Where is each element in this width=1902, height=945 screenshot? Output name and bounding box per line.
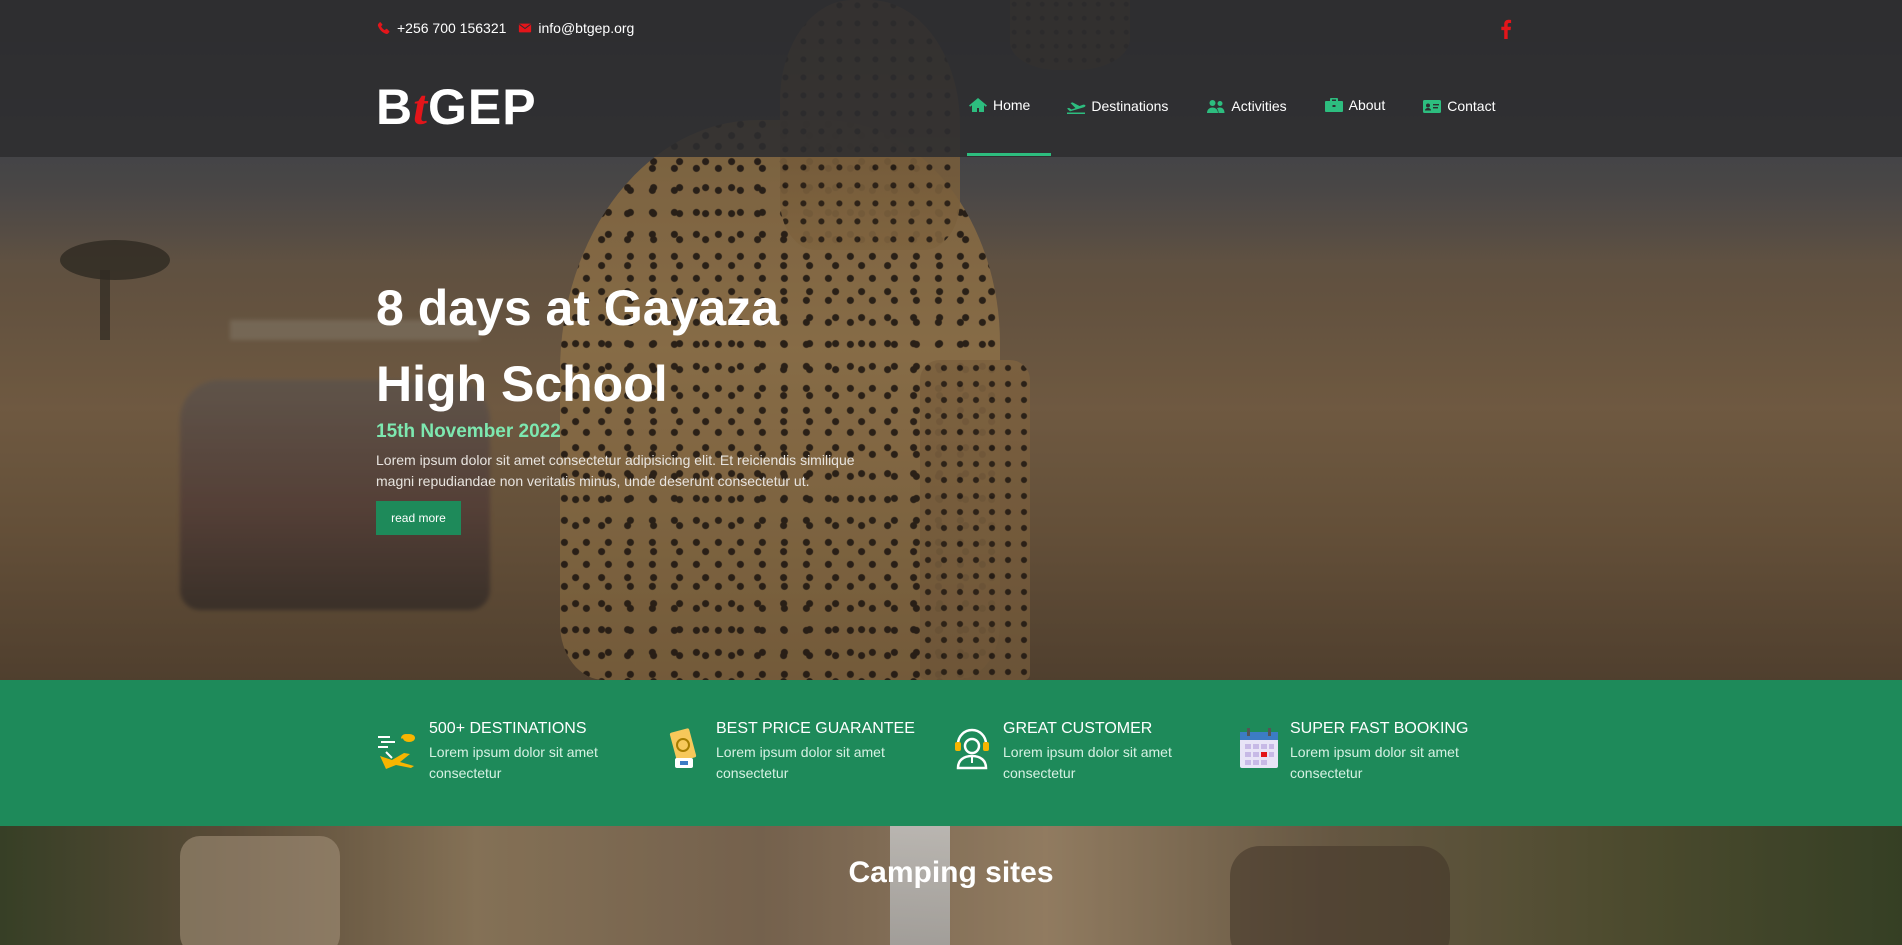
nav-label-activities: Activities <box>1231 98 1287 114</box>
nav-label-home: Home <box>993 97 1031 113</box>
calendar-icon <box>1240 728 1278 768</box>
camping-section-title: Camping sites <box>848 856 1054 889</box>
feature-destinations: 500+ DESTINATIONS Lorem ipsum dolor sit … <box>376 720 619 784</box>
nav-label-contact: Contact <box>1447 97 1496 114</box>
support-agent-icon <box>955 728 989 770</box>
feature-title: GREAT CUSTOMER <box>1003 720 1153 737</box>
hero-date: 15th November 2022 <box>376 421 561 442</box>
email-contact[interactable]: info@btgep.org <box>518 20 634 36</box>
users-icon <box>1207 100 1225 113</box>
site-logo[interactable]: BtGEP <box>376 82 537 132</box>
feature-customer: GREAT CUSTOMER Lorem ipsum dolor sit ame… <box>950 720 1193 784</box>
id-card-icon <box>1423 99 1442 113</box>
phone-number: +256 700 156321 <box>397 20 507 36</box>
feature-description: Lorem ipsum dolor sit amet consectetur <box>1290 744 1459 781</box>
feature-booking: SUPER FAST BOOKING Lorem ipsum dolor sit… <box>1237 720 1480 784</box>
logo-text-gep: GEP <box>428 79 537 135</box>
envelope-icon <box>519 23 532 33</box>
home-icon <box>969 98 987 112</box>
feature-description: Lorem ipsum dolor sit amet consectetur <box>1003 744 1172 781</box>
feature-description: Lorem ipsum dolor sit amet consectetur <box>716 744 885 781</box>
feature-price: BEST PRICE GUARANTEE Lorem ipsum dolor s… <box>663 720 915 784</box>
nav-item-destinations[interactable]: Destinations <box>1066 98 1168 114</box>
briefcase-icon <box>1324 98 1343 112</box>
logo-text-t: t <box>413 79 429 135</box>
main-nav: Home Destinations Activities About Conta… <box>968 96 1495 114</box>
nav-item-about[interactable]: About <box>1324 96 1386 114</box>
email-address: info@btgep.org <box>538 20 635 36</box>
hero-description: Lorem ipsum dolor sit amet consectetur a… <box>376 452 855 489</box>
camping-section: Camping sites <box>0 826 1902 945</box>
features-band: 500+ DESTINATIONS Lorem ipsum dolor sit … <box>0 680 1902 826</box>
feature-title: BEST PRICE GUARANTEE <box>716 720 915 737</box>
contact-bar: +256 700 156321 info@btgep.org <box>377 20 646 36</box>
read-more-button[interactable]: read more <box>376 501 461 535</box>
feature-description: Lorem ipsum dolor sit amet consectetur <box>429 744 598 781</box>
feature-title: 500+ DESTINATIONS <box>429 720 587 737</box>
feature-title: SUPER FAST BOOKING <box>1290 720 1469 737</box>
plane-icon <box>1067 102 1086 114</box>
nav-label-about: About <box>1348 97 1386 113</box>
logo-text-b: B <box>376 79 414 135</box>
travel-icon <box>378 734 415 769</box>
money-icon <box>669 728 697 768</box>
phone-contact[interactable]: +256 700 156321 <box>377 20 506 36</box>
nav-active-indicator <box>967 153 1051 156</box>
hero-title: 8 days at Gayaza High School <box>376 280 780 412</box>
phone-icon <box>377 22 390 34</box>
site-header <box>0 0 1902 157</box>
nav-item-home[interactable]: Home <box>968 96 1030 114</box>
nav-item-contact[interactable]: Contact <box>1422 97 1495 114</box>
nav-item-activities[interactable]: Activities <box>1206 98 1287 114</box>
facebook-icon[interactable] <box>1498 19 1514 39</box>
nav-label-destinations: Destinations <box>1091 98 1169 114</box>
